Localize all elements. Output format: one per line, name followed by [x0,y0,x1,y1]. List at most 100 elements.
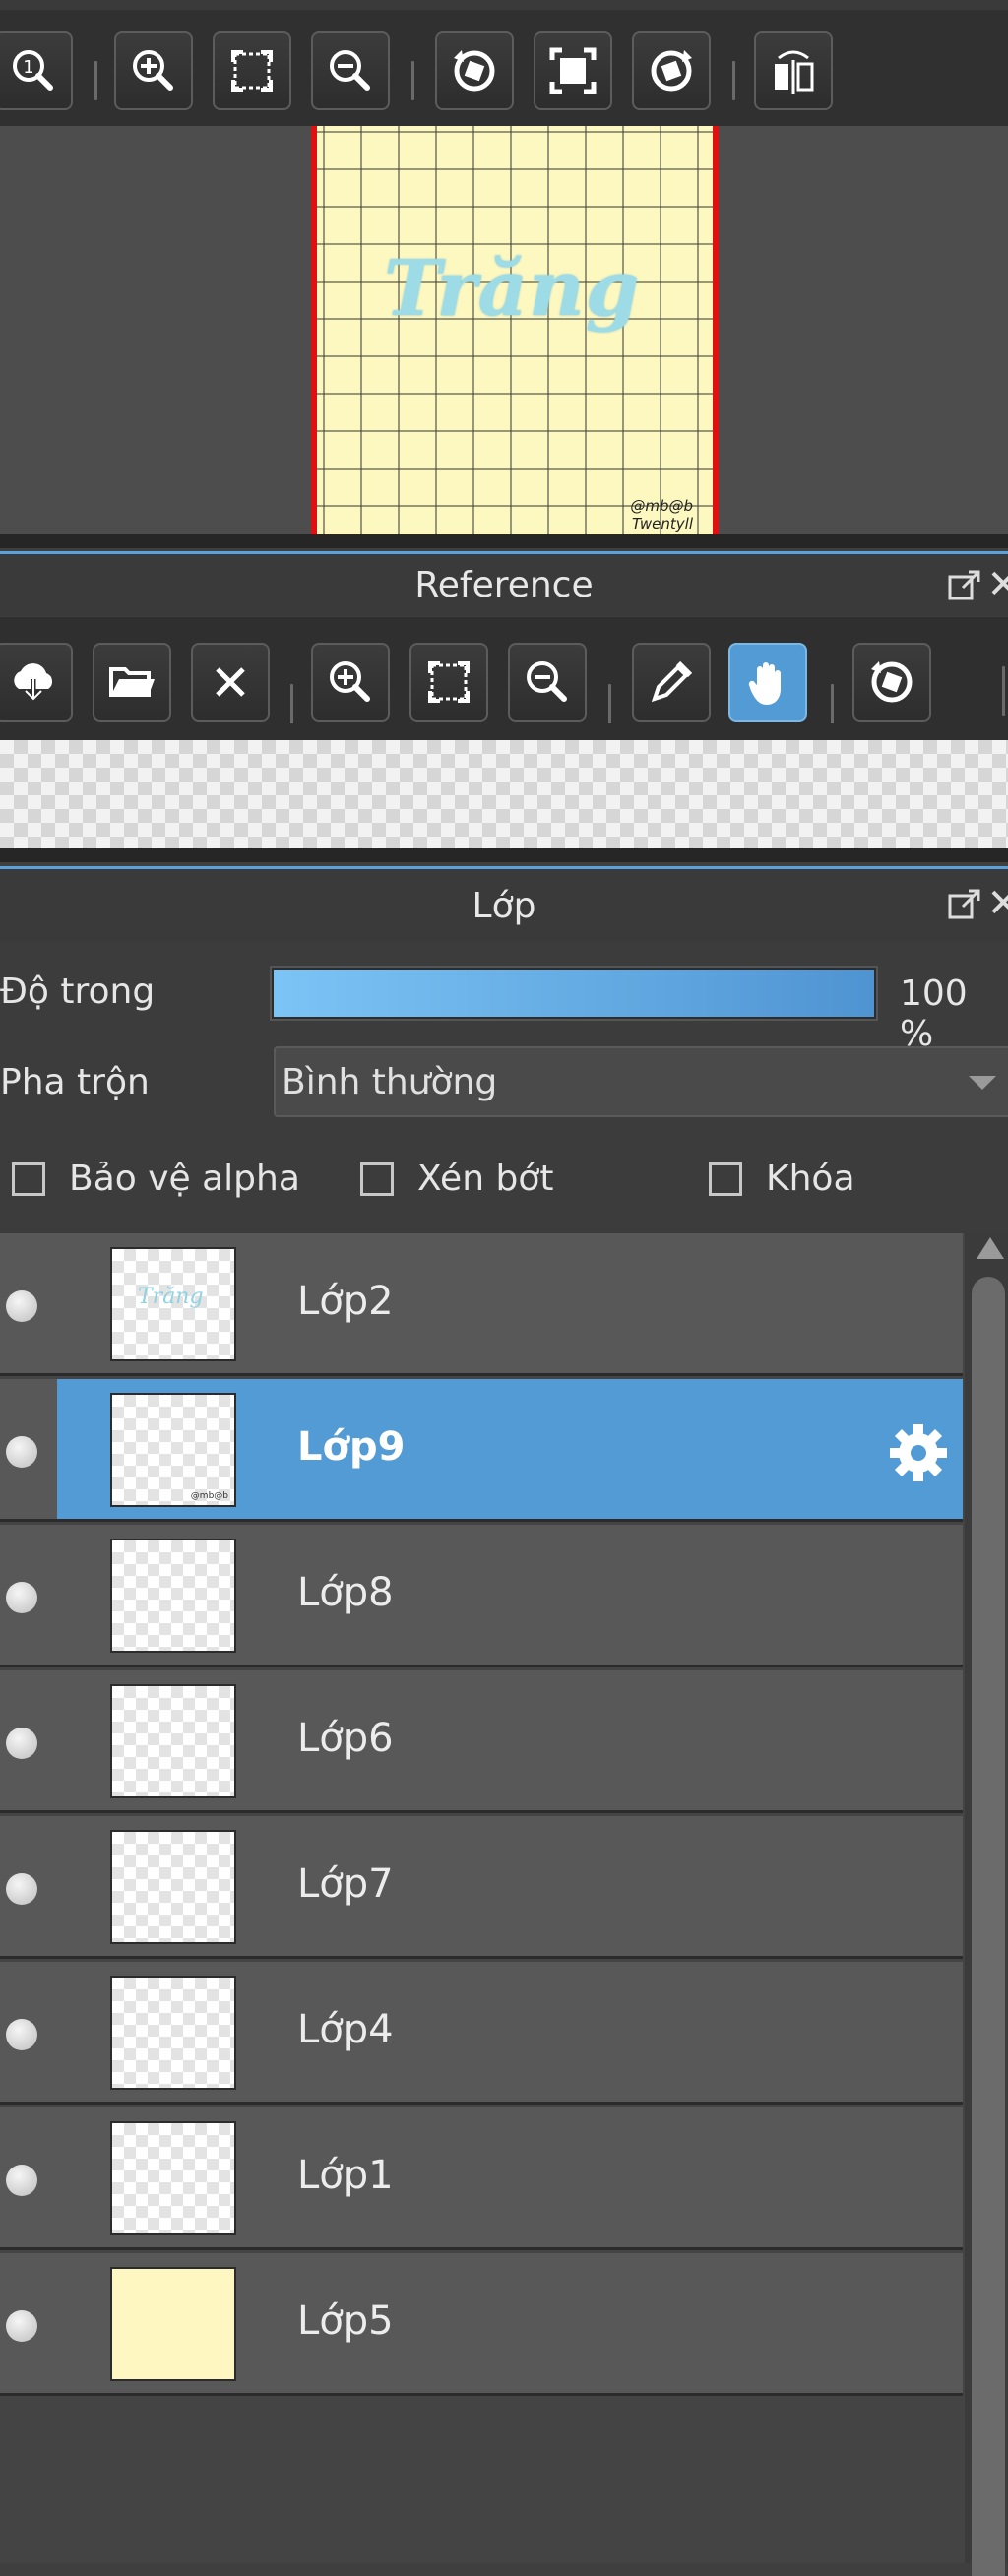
zoom-in-icon [133,50,173,91]
fit-screen-icon [231,50,273,92]
visibility-toggle-icon[interactable] [6,2310,37,2342]
chevron-down-icon [969,1076,996,1090]
reference-toolbar [0,617,1008,740]
flip-horizontal-button[interactable] [754,31,833,110]
close-icon [216,667,245,697]
reference-hand-button[interactable] [728,643,807,722]
layer-row[interactable]: Trăng Lớp2 [0,1233,963,1376]
close-icon[interactable]: ✕ [986,881,1008,926]
layer-row[interactable]: @mb@b Lớp9 [0,1379,963,1522]
zoom-in-icon [330,661,370,702]
reference-eyedropper-button[interactable] [632,643,711,722]
layer-row[interactable]: Lớp5 [0,2253,963,2396]
opacity-slider[interactable] [270,966,878,1021]
blend-mode-label: Pha trộn [0,1062,150,1102]
navigator-preview[interactable]: Trăng @mb@b Twentyll [0,126,1008,534]
reference-zoom-out-button[interactable] [508,643,587,722]
toolbar-separator [1002,666,1005,716]
rotate-icon [871,661,913,703]
reference-rotate-button[interactable] [852,643,931,722]
layer-name: Lớp8 [297,1570,394,1615]
hand-icon [748,662,781,705]
folder-open-icon [109,667,155,697]
layer-thumbnail [110,1830,236,1944]
visibility-toggle-icon[interactable] [6,2165,37,2196]
layer-row[interactable]: Lớp7 [0,1816,963,1959]
zoom-in-button[interactable] [114,31,193,110]
popout-icon[interactable] [947,568,982,603]
scrollbar-thumb[interactable] [972,1277,1005,2576]
reference-fit-button[interactable] [410,643,488,722]
layer-list[interactable]: Trăng Lớp2 @mb@b Lớp9 Lớp8 Lớp6 Lớp7 Lớp4 Lớp1 Lớ… [0,1233,965,2563]
visibility-toggle-icon[interactable] [6,1582,37,1613]
layer-settings: Độ trong 100 % Pha trộn Bình thường Bảo … [0,942,1008,1233]
thumbnail-artwork: @mb@b [190,1491,228,1501]
canvas-signature: @mb@b Twentyll [630,497,693,533]
visibility-toggle-icon[interactable] [6,1436,37,1468]
lock-label: Khóa [766,1159,855,1199]
layer-thumbnail [110,2267,236,2381]
layer-thumbnail [110,1976,236,2090]
layer-list-scrollbar[interactable] [965,1233,1008,2576]
layer-thumbnail: Trăng [110,1247,236,1361]
reference-image-area[interactable] [0,740,1008,848]
opacity-value: 100 % [900,974,968,1054]
layer-name: Lớp5 [297,2298,394,2344]
layer-panel-header: Lớp ✕ [0,866,1008,942]
popout-icon[interactable] [947,887,982,922]
layer-thumbnail [110,2121,236,2235]
layer-name: Lớp2 [297,1279,394,1324]
zoom-out-icon [330,50,370,91]
layer-row[interactable]: Lớp6 [0,1670,963,1813]
toolbar-separator [94,61,97,100]
zoom-actual-button[interactable]: 1 [0,31,73,110]
rotate-right-icon [651,50,692,92]
clipping-checkbox[interactable] [360,1162,394,1196]
visibility-toggle-icon[interactable] [6,2019,37,2050]
reference-close-button[interactable] [191,643,270,722]
reference-panel-header: Reference ✕ [0,551,1008,616]
visibility-toggle-icon[interactable] [6,1728,37,1759]
fit-screen-icon [428,661,470,703]
opacity-slider-fill [274,970,874,1017]
layer-name: Lớp1 [297,2153,394,2198]
lock-checkbox[interactable] [709,1162,742,1196]
layer-row[interactable]: Lớp4 [0,1962,963,2105]
canvas-artwork-text: Trăng [384,244,641,334]
toolbar-separator [831,684,834,723]
reference-load-cloud-button[interactable] [0,643,73,722]
reference-zoom-in-button[interactable] [311,643,390,722]
layer-row[interactable]: Lớp8 [0,1525,963,1667]
layer-name: Lớp9 [297,1424,406,1470]
reference-open-button[interactable] [93,643,171,722]
scroll-up-arrow[interactable] [976,1237,1004,1259]
panel-divider [0,848,1008,862]
close-icon[interactable]: ✕ [986,562,1008,607]
panel-divider [0,534,1008,548]
fit-screen-button[interactable] [213,31,291,110]
layer-thumbnail [110,1539,236,1653]
toolbar-separator [290,684,293,723]
visibility-toggle-icon[interactable] [6,1873,37,1905]
rotate-right-button[interactable] [632,31,711,110]
eyedropper-icon [651,660,693,703]
visibility-toggle-icon[interactable] [6,1290,37,1322]
cloud-download-icon [14,663,53,703]
blend-mode-select[interactable]: Bình thường [274,1046,1008,1117]
layer-thumbnail [110,1684,236,1798]
zoom-out-icon [527,661,567,702]
fill-screen-button[interactable] [534,31,612,110]
protect-alpha-label: Bảo vệ alpha [69,1159,300,1199]
zoom-out-button[interactable] [311,31,390,110]
toolbar-separator [732,61,735,100]
layer-name: Lớp4 [297,2007,394,2052]
protect-alpha-checkbox[interactable] [12,1162,45,1196]
canvas-thumbnail[interactable]: Trăng @mb@b Twentyll [311,126,719,534]
layer-row[interactable]: Lớp1 [0,2107,963,2250]
rotate-left-button[interactable] [435,31,514,110]
rotate-left-icon [454,50,495,92]
gear-icon[interactable] [888,1422,949,1483]
svg-text:1: 1 [23,57,33,78]
navigator-toolbar: 1 [0,0,1008,126]
fill-screen-icon [549,47,597,94]
